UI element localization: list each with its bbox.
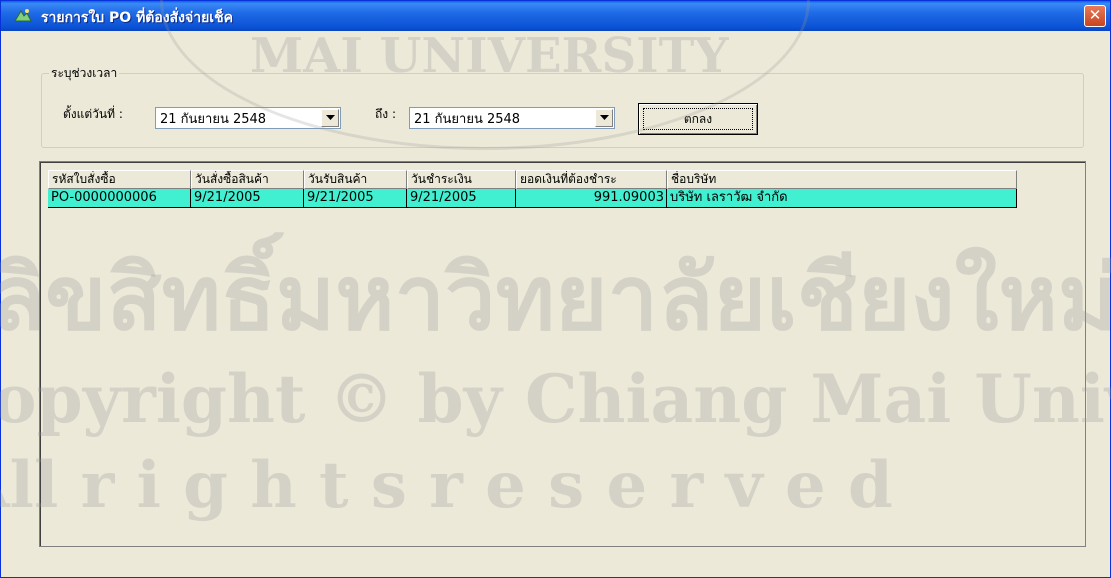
- ok-button-label: ตกลง: [683, 111, 713, 126]
- to-date-value: 21 กันยายน 2548: [414, 111, 521, 127]
- dialog-window: รายการใบ PO ที่ต้องสั่งจ่ายเช็ค ✕ ระบุช่…: [0, 0, 1111, 578]
- cell-po-code[interactable]: PO-0000000006: [48, 189, 191, 208]
- to-date-label: ถึง :: [375, 107, 396, 121]
- chevron-down-icon[interactable]: [321, 109, 339, 127]
- date-range-group-label: ระบุช่วงเวลา: [49, 64, 120, 83]
- cell-amount[interactable]: 991.09003: [516, 189, 667, 208]
- column-header-amount[interactable]: ยอดเงินที่ต้องชำระ: [516, 170, 667, 189]
- column-header-order-date[interactable]: วันสั่งซื้อสินค้า: [191, 170, 304, 189]
- column-header-po-code[interactable]: รหัสใบสั่งซื้อ: [48, 170, 191, 189]
- from-date-label: ตั้งแต่วันที่ :: [63, 107, 123, 121]
- cell-pay-date[interactable]: 9/21/2005: [407, 189, 516, 208]
- to-date-picker[interactable]: 21 กันยายน 2548: [409, 107, 615, 129]
- from-date-value: 21 กันยายน 2548: [160, 111, 267, 127]
- column-header-company[interactable]: ชื่อบริษัท: [667, 170, 1017, 189]
- close-icon: ✕: [1088, 6, 1102, 24]
- from-date-picker[interactable]: 21 กันยายน 2548: [155, 107, 341, 129]
- window-title: รายการใบ PO ที่ต้องสั่งจ่ายเช็ค: [41, 10, 233, 26]
- close-button[interactable]: ✕: [1084, 5, 1106, 27]
- cell-company[interactable]: บริษัท เลราวัฒ จำกัด: [667, 189, 1017, 208]
- cell-receive-date[interactable]: 9/21/2005: [304, 189, 407, 208]
- column-header-receive-date[interactable]: วันรับสินค้า: [304, 170, 407, 189]
- table-row[interactable]: PO-0000000006 9/21/2005 9/21/2005 9/21/2…: [48, 189, 1017, 208]
- column-header-pay-date[interactable]: วันชำระเงิน: [407, 170, 516, 189]
- title-bar[interactable]: รายการใบ PO ที่ต้องสั่งจ่ายเช็ค ✕: [1, 1, 1110, 31]
- po-grid[interactable]: รหัสใบสั่งซื้อ วันสั่งซื้อสินค้า วันรับส…: [39, 161, 1086, 547]
- chevron-down-icon[interactable]: [595, 109, 613, 127]
- grid-header: รหัสใบสั่งซื้อ วันสั่งซื้อสินค้า วันรับส…: [48, 170, 1017, 189]
- ok-button[interactable]: ตกลง: [638, 103, 758, 135]
- cell-order-date[interactable]: 9/21/2005: [191, 189, 304, 208]
- app-icon: [14, 9, 32, 22]
